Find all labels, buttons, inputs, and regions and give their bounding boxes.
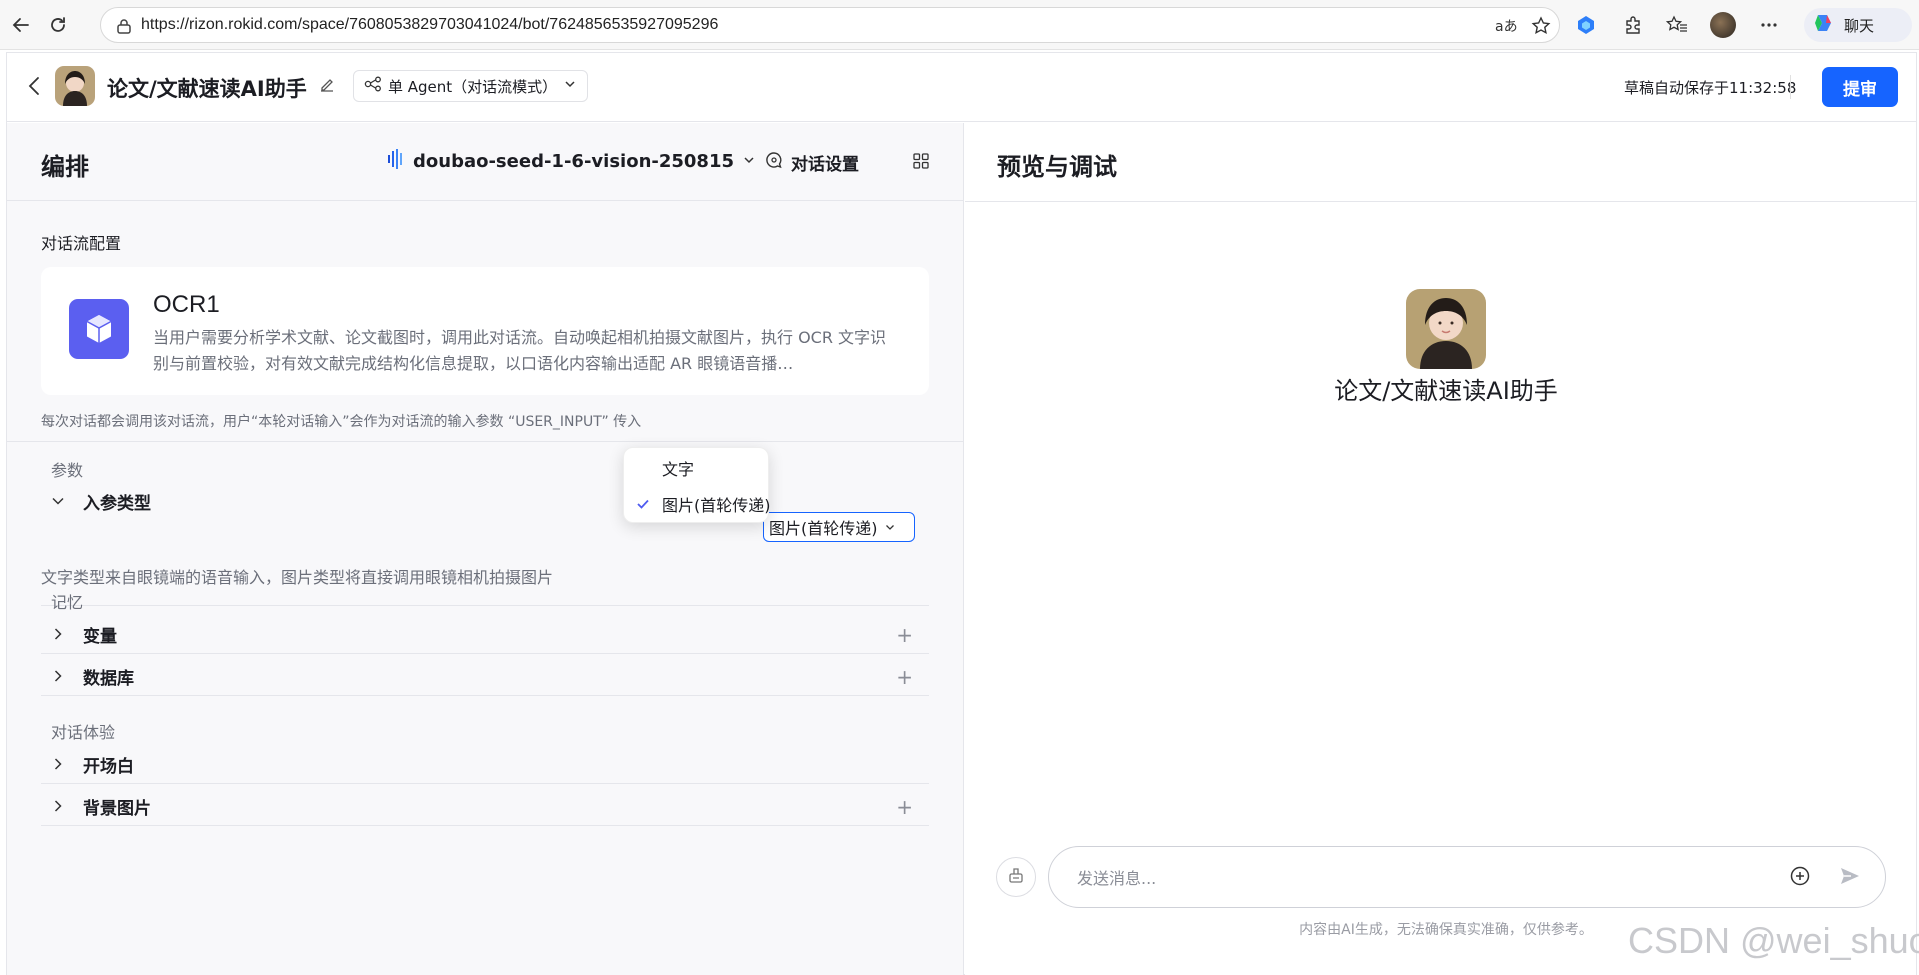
chevron-right-icon: [51, 627, 71, 641]
extensions-puzzle-icon[interactable]: [1620, 12, 1646, 38]
divider: [41, 605, 929, 606]
divider: [965, 201, 1916, 202]
opening-label: 开场白: [83, 756, 134, 777]
divider: [41, 783, 929, 784]
autosave-status: 草稿自动保存于11:32:58: [1624, 79, 1797, 97]
copilot-chat-button[interactable]: 聊天: [1804, 8, 1912, 42]
database-row[interactable]: 数据库 +: [51, 661, 929, 691]
option-label: 文字: [662, 460, 695, 479]
background-label: 背景图片: [83, 798, 151, 819]
chevron-down-icon: [51, 494, 71, 508]
model-name: doubao-seed-1-6-vision-250815: [413, 151, 734, 172]
input-type-dropdown-menu: 文字 图片(首轮传递): [623, 447, 771, 524]
orchestration-panel: 编排 doubao-seed-1-6-vision-250815 对话设置 对话…: [7, 123, 964, 975]
back-arrow-icon[interactable]: [8, 12, 34, 38]
input-type-label: 入参类型: [83, 493, 151, 514]
orchestration-header: 编排 doubao-seed-1-6-vision-250815 对话设置: [7, 123, 963, 201]
input-type-select[interactable]: 图片(首轮传递): [763, 512, 915, 542]
dialog-settings-button[interactable]: 对话设置: [765, 150, 859, 175]
chevron-right-icon: [51, 799, 71, 813]
profile-avatar[interactable]: [1710, 12, 1736, 38]
model-logo-icon: [387, 149, 405, 174]
flow-config-title: 对话流配置: [41, 234, 122, 253]
dropdown-option-image[interactable]: 图片(首轮传递): [624, 484, 771, 524]
message-placeholder: 发送消息...: [1077, 869, 1157, 888]
experience-label: 对话体验: [51, 723, 116, 742]
variables-row[interactable]: 变量 +: [51, 619, 929, 649]
add-variable-button[interactable]: +: [896, 623, 913, 647]
agent-mode-label: 单 Agent（对话流模式）: [388, 77, 558, 96]
flow-description: 当用户需要分析学术文献、论文截图时，调用此对话流。自动唤起相机拍摄文献图片，执行…: [153, 328, 887, 373]
chevron-right-icon: [51, 757, 71, 771]
params-label: 参数: [51, 461, 84, 480]
divider: [7, 441, 964, 442]
layout-grid-icon[interactable]: [913, 153, 929, 173]
model-select[interactable]: doubao-seed-1-6-vision-250815: [387, 149, 756, 174]
site-info-icon[interactable]: [115, 17, 133, 39]
agent-flow-icon: [364, 76, 382, 96]
chevron-down-icon: [742, 151, 756, 172]
panel-title: 编排: [41, 153, 89, 181]
opening-row[interactable]: 开场白: [51, 749, 929, 779]
browser-toolbar: https://rizon.rokid.com/space/7608053829…: [0, 0, 1919, 50]
chevron-down-icon: [563, 77, 577, 95]
bot-name: 论文/文献速读AI助手: [1334, 377, 1558, 405]
add-database-button[interactable]: +: [896, 665, 913, 689]
add-background-button[interactable]: +: [896, 795, 913, 819]
divider: [41, 825, 929, 826]
send-icon[interactable]: [1839, 865, 1861, 891]
message-input[interactable]: 发送消息...: [1048, 846, 1886, 908]
bot-avatar: [55, 66, 95, 106]
url-text[interactable]: https://rizon.rokid.com/space/7608053829…: [141, 8, 718, 42]
copilot-icon: [1812, 11, 1836, 39]
divider: [1790, 75, 1791, 99]
preview-title: 预览与调试: [997, 153, 1117, 181]
chevron-down-icon: [884, 518, 896, 537]
more-menu-icon[interactable]: [1756, 12, 1782, 38]
dialog-settings-label: 对话设置: [791, 155, 859, 175]
variables-label: 变量: [83, 626, 117, 647]
address-bar[interactable]: https://rizon.rokid.com/space/7608053829…: [100, 7, 1560, 43]
broom-icon: [1007, 866, 1025, 888]
agent-mode-select[interactable]: 单 Agent（对话流模式）: [353, 70, 588, 102]
background-row[interactable]: 背景图片 +: [51, 791, 929, 821]
app-header: 论文/文献速读AI助手 单 Agent（对话流模式） 草稿自动保存于11:32:…: [7, 53, 1916, 122]
flow-name: OCR1: [153, 291, 220, 318]
favorite-star-icon[interactable]: [1531, 16, 1551, 40]
cube-icon: [69, 299, 129, 359]
flow-card[interactable]: OCR1 当用户需要分析学术文献、论文截图时，调用此对话流。自动唤起相机拍摄文献…: [41, 267, 929, 395]
translate-icon[interactable]: aあ: [1495, 16, 1518, 40]
divider: [41, 695, 929, 696]
app-window: 论文/文献速读AI助手 单 Agent（对话流模式） 草稿自动保存于11:32:…: [6, 52, 1917, 975]
memory-label: 记忆: [51, 593, 84, 612]
chat-label: 聊天: [1844, 16, 1875, 35]
refresh-icon[interactable]: [45, 12, 71, 38]
add-attachment-icon[interactable]: [1789, 865, 1811, 891]
edit-icon[interactable]: [319, 77, 335, 97]
dialog-settings-icon: [765, 151, 783, 174]
extension-icon[interactable]: [1573, 12, 1599, 38]
preview-panel: 预览与调试 论文/文献速读AI助手 发送消息... 内容由AI生成，无法确保真实…: [965, 123, 1916, 975]
database-label: 数据库: [83, 668, 134, 689]
watermark: CSDN @wei_shuo: [1628, 920, 1919, 961]
clear-history-button[interactable]: [996, 857, 1036, 897]
option-label: 图片(首轮传递): [662, 496, 771, 515]
bot-title: 论文/文献速读AI助手: [107, 77, 307, 101]
submit-review-button[interactable]: 提审: [1822, 67, 1898, 107]
back-chevron-icon[interactable]: [27, 75, 43, 101]
divider: [41, 653, 929, 654]
input-type-description: 文字类型来自眼镜端的语音输入，图片类型将直接调用眼镜相机拍摄图片: [41, 568, 554, 587]
check-icon: [636, 496, 650, 515]
favorites-icon[interactable]: [1664, 12, 1690, 38]
flow-hint: 每次对话都会调用该对话流，用户“本轮对话输入”会作为对话流的输入参数 “USER…: [41, 414, 642, 430]
dropdown-option-text[interactable]: 文字: [624, 448, 768, 488]
input-type-value: 图片(首轮传递): [769, 519, 878, 538]
chevron-right-icon: [51, 669, 71, 683]
bot-avatar-large: [1406, 289, 1486, 369]
svg-text:aあ: aあ: [1495, 19, 1517, 35]
